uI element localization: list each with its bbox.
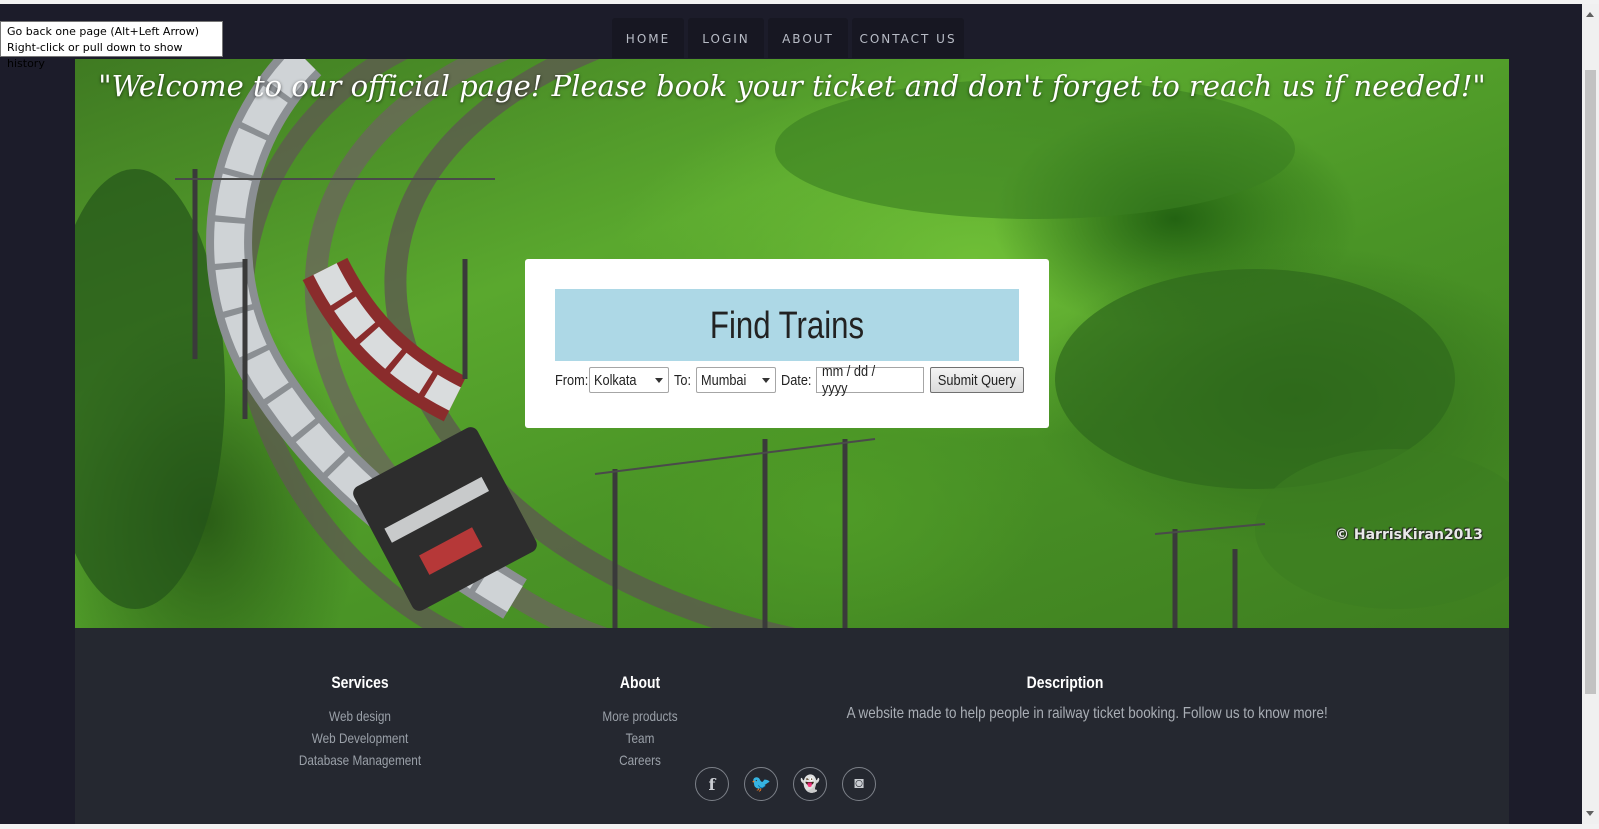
footer-link-database-management[interactable]: Database Management [289, 749, 432, 771]
footer-services: Services Web design Web Development Data… [275, 673, 445, 771]
footer-link-more-products[interactable]: More products [585, 705, 694, 727]
footer-link-web-design[interactable]: Web design [289, 705, 432, 727]
facebook-icon[interactable]: f [695, 767, 729, 801]
find-trains-title: Find Trains [709, 305, 865, 347]
back-button-tooltip: Go back one page (Alt+Left Arrow) Right-… [0, 21, 223, 70]
nav-login[interactable]: LOGIN [688, 18, 764, 58]
photo-watermark: © HarrisKiran2013 [1335, 527, 1483, 543]
footer-link-careers[interactable]: Careers [585, 749, 694, 771]
twitter-icon[interactable]: 🐦 [744, 767, 778, 801]
tooltip-line-1: Go back one page (Alt+Left Arrow) [7, 25, 200, 38]
nav-contact-us[interactable]: CONTACT US [852, 18, 964, 58]
footer-about: About More products Team Careers [575, 673, 705, 771]
footer-link-web-development[interactable]: Web Development [289, 727, 432, 749]
to-select-value: Mumbai [701, 371, 747, 389]
footer-about-heading: About [619, 673, 661, 692]
tooltip-line-2: Right-click or pull down to show history [7, 41, 183, 70]
window-top-border [0, 0, 1599, 4]
from-select-value: Kolkata [594, 371, 637, 389]
welcome-message: "Welcome to our official page! Please bo… [98, 69, 1486, 103]
snapchat-icon[interactable]: 👻 [793, 767, 827, 801]
find-trains-card: Find Trains From: Kolkata To: Mumbai Dat… [525, 259, 1049, 428]
footer-description: Description A website made to help peopl… [805, 673, 1328, 723]
chevron-down-icon [655, 378, 663, 383]
to-select[interactable]: Mumbai [696, 367, 776, 393]
from-label: From: [555, 371, 589, 389]
date-label: Date: [781, 371, 812, 389]
window-bottom-border [0, 824, 1599, 829]
submit-query-label: Submit Query [938, 371, 1016, 389]
footer-link-team[interactable]: Team [585, 727, 694, 749]
find-trains-header: Find Trains [555, 289, 1019, 361]
nav-home[interactable]: HOME [612, 18, 684, 58]
search-form: From: Kolkata To: Mumbai Date: mm / dd /… [555, 363, 1024, 397]
footer-services-heading: Services [331, 673, 389, 692]
footer: Services Web design Web Development Data… [75, 628, 1509, 824]
from-select[interactable]: Kolkata [589, 367, 669, 393]
nav-about[interactable]: ABOUT [768, 18, 848, 58]
footer-description-heading: Description [1026, 673, 1104, 692]
vertical-scrollbar[interactable] [1582, 4, 1599, 824]
to-label: To: [674, 371, 692, 389]
scroll-down-arrow-icon[interactable] [1586, 811, 1594, 816]
chevron-down-icon [762, 378, 770, 383]
date-placeholder: mm / dd / yyyy [822, 363, 876, 397]
footer-description-text: A website made to help people in railway… [846, 705, 1328, 722]
social-links: f 🐦 👻 ◙ [695, 767, 876, 801]
top-nav: HOME LOGIN ABOUT CONTACT US [612, 18, 964, 58]
instagram-icon[interactable]: ◙ [842, 767, 876, 801]
date-input[interactable]: mm / dd / yyyy [816, 363, 924, 397]
scrollbar-thumb[interactable] [1585, 70, 1596, 694]
submit-query-button[interactable]: Submit Query [930, 367, 1024, 393]
scroll-up-arrow-icon[interactable] [1586, 12, 1594, 17]
